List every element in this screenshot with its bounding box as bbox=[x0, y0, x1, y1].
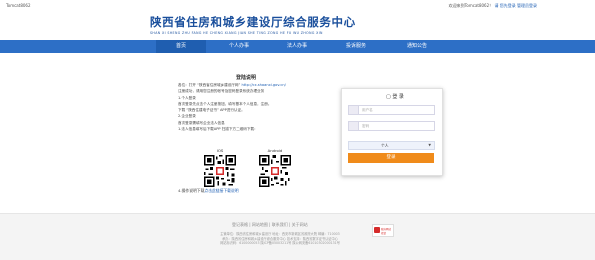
site-subtitle: SHAN XI SHENG ZHU FANG HE CHENG XIANG JI… bbox=[150, 31, 323, 35]
chevron-down-icon: ▼ bbox=[428, 143, 431, 147]
qr-code-icon bbox=[259, 155, 291, 187]
main-content bbox=[0, 53, 595, 213]
footer-info-line: 网站标识码：6100000053 陕ICP备05003211号 陕公网安备610… bbox=[220, 241, 340, 246]
download-guide-link[interactable]: 点击此链接下载说明 bbox=[204, 188, 238, 193]
qr-code-android bbox=[259, 155, 291, 187]
password-placeholder: 密码 bbox=[362, 123, 370, 128]
footer-info-line: 主管单位：陕西省住房和城乡建设厅 地址：西安市新城区省政府大院 邮编：71000… bbox=[220, 232, 340, 236]
login-button[interactable]: 登录 bbox=[348, 153, 434, 163]
lock-icon bbox=[349, 122, 359, 130]
welcome-text: 欢迎来到Tomcat8062！ bbox=[448, 3, 494, 8]
nav-item-complaint[interactable]: 投诉服务 bbox=[331, 40, 381, 53]
guide-title: 登陆说明 bbox=[236, 75, 257, 81]
admin-login-link[interactable]: 管理员登录 bbox=[517, 3, 537, 8]
guide-link[interactable]: http://cx.shaanxi.gov.cn/ bbox=[242, 83, 286, 87]
qr-android-label: Android bbox=[267, 148, 283, 153]
qr-code-ios bbox=[204, 155, 236, 187]
password-field[interactable]: 密码 bbox=[348, 121, 435, 131]
qr-code-icon bbox=[204, 155, 236, 187]
nav-item-personal[interactable]: 个人办事 bbox=[214, 40, 264, 53]
site-header: 陕西省住房和城乡建设厅综合服务中心 SHAN XI SHENG ZHU FANG… bbox=[0, 12, 595, 40]
qr-android: Android bbox=[255, 148, 295, 187]
nav-item-home[interactable]: 首页 bbox=[156, 40, 206, 53]
username-placeholder: 用户名 bbox=[362, 107, 373, 112]
main-nav: 首页 个人办事 法人办事 投诉服务 通知公告 bbox=[0, 40, 595, 53]
user-icon bbox=[349, 106, 359, 114]
user-type-select[interactable]: 个人 ▼ bbox=[348, 141, 435, 150]
badge-label-2: 找错 bbox=[381, 231, 387, 235]
username-field[interactable]: 用户名 bbox=[348, 105, 435, 115]
badge-icon bbox=[374, 227, 380, 233]
qr-ios-label: IOS bbox=[216, 148, 224, 153]
user-icon: ▢ bbox=[386, 94, 391, 100]
footer-info: 主管单位：陕西省住房和城乡建设厅 地址：西安市新城区省政府大院 邮编：71000… bbox=[200, 232, 360, 246]
login-prompt-link[interactable]: 请 您先登录 bbox=[494, 3, 515, 8]
nav-item-corporate[interactable]: 法人办事 bbox=[272, 40, 322, 53]
user-type-value: 个人 bbox=[381, 143, 389, 148]
footer-links[interactable]: 登记表格 | 网站地图 | 联系我们 | 关于网站 bbox=[232, 222, 308, 228]
nav-item-notices[interactable]: 通知公告 bbox=[392, 40, 442, 53]
gov-site-badge[interactable]: 政府网站 找错 bbox=[372, 224, 394, 237]
guide-line: 1.法人信息填写后下载APP 扫描下方二维码下载： bbox=[178, 127, 258, 132]
login-title: ▢ 登 录 bbox=[386, 94, 404, 100]
qr-ios: IOS bbox=[200, 148, 240, 187]
login-panel: ▢ 登 录 用户名 密码 个人 ▼ 登录 bbox=[341, 88, 443, 176]
site-code: Tomcat8062 bbox=[6, 3, 31, 8]
site-title: 陕西省住房和城乡建设厅综合服务中心 bbox=[150, 15, 356, 29]
site-logo[interactable]: 陕西省住房和城乡建设厅综合服务中心 SHAN XI SHENG ZHU FANG… bbox=[150, 14, 356, 35]
top-bar-right: 欢迎来到Tomcat8062！ 请 您先登录 管理员登录 bbox=[449, 3, 537, 9]
guide-footer: 4.操作说明下载点击此链接下载说明 bbox=[178, 188, 239, 193]
guide-body: 各位：打开 “陕西省住房城乡建设厅网” http://cx.shaanxi.go… bbox=[178, 82, 348, 132]
